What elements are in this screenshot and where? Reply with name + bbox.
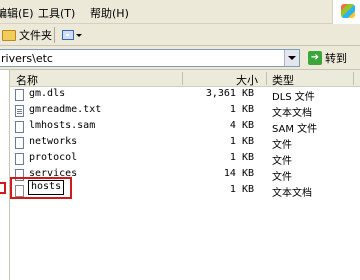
column-type-header[interactable]: 类型 — [272, 72, 294, 88]
address-bar: rivers\etc ➜ 转到 — [0, 46, 360, 70]
left-pane — [0, 70, 10, 280]
go-label: 转到 — [325, 52, 347, 65]
file-row-gmreadme[interactable]: gmreadme.txt 1 KB 文本文档 — [10, 103, 360, 119]
file-name: protocol — [29, 152, 78, 163]
file-name: networks — [29, 136, 78, 147]
file-name: lmhosts.sam — [29, 120, 96, 131]
file-size: 3,361 KB — [205, 88, 254, 99]
file-size: 1 KB — [229, 184, 254, 195]
file-list-area: 名称 大小 类型 gm.dls 3,361 KB DLS 文件 gmreadme… — [0, 70, 360, 280]
file-size: 1 KB — [229, 136, 254, 147]
text-document-icon — [15, 105, 24, 117]
folders-button[interactable]: 文件夹 — [0, 26, 56, 44]
go-arrow-icon: ➜ — [308, 51, 322, 65]
toolbar: 文件夹 — [0, 24, 360, 46]
chevron-down-icon — [288, 56, 296, 60]
go-button[interactable]: ➜ 转到 — [306, 49, 358, 67]
file-row-gm-dls[interactable]: gm.dls 3,361 KB DLS 文件 — [10, 87, 360, 103]
file-type: SAM 文件 — [272, 124, 318, 135]
folders-label: 文件夹 — [19, 29, 52, 42]
windows-logo — [332, 0, 360, 24]
file-size: 1 KB — [229, 152, 254, 163]
file-name: gmreadme.txt — [29, 104, 102, 115]
file-type: 文件 — [272, 140, 292, 151]
file-size: 4 KB — [229, 120, 254, 131]
column-name-header[interactable]: 名称 — [16, 72, 38, 88]
file-size: 14 KB — [223, 168, 254, 179]
file-row-networks[interactable]: networks 1 KB 文件 — [10, 135, 360, 151]
folder-icon — [2, 29, 16, 41]
menu-help[interactable]: 帮助(H) — [90, 5, 129, 21]
column-divider[interactable] — [182, 72, 183, 85]
file-size: 1 KB — [229, 104, 254, 115]
file-name: gm.dls — [29, 88, 66, 99]
file-type: 文本文档 — [272, 188, 312, 199]
menu-bar: 编辑(E) 工具(T) 帮助(H) — [0, 0, 360, 24]
address-input[interactable]: rivers\etc — [0, 49, 300, 67]
file-icon — [15, 89, 24, 101]
menu-edit[interactable]: 编辑(E) — [0, 5, 34, 21]
file-icon — [15, 153, 24, 165]
column-divider[interactable] — [353, 72, 354, 85]
toolbar-separator — [54, 27, 55, 43]
chevron-down-icon — [76, 33, 82, 37]
file-row-lmhosts[interactable]: lmhosts.sam 4 KB SAM 文件 — [10, 119, 360, 135]
address-path: rivers\etc — [1, 52, 53, 65]
highlight-edge-mark — [0, 182, 6, 194]
file-row-protocol[interactable]: protocol 1 KB 文件 — [10, 151, 360, 167]
views-button[interactable] — [60, 26, 84, 44]
menu-tools[interactable]: 工具(T) — [38, 5, 75, 21]
views-icon — [62, 30, 74, 40]
file-icon — [15, 137, 24, 149]
rename-input[interactable]: hosts — [28, 180, 64, 195]
column-size-header[interactable]: 大小 — [236, 72, 258, 88]
file-type: 文件 — [272, 172, 292, 183]
column-divider[interactable] — [266, 72, 267, 85]
file-type: DLS 文件 — [272, 92, 315, 103]
file-icon — [15, 121, 24, 133]
address-dropdown-button[interactable] — [284, 50, 299, 66]
windows-flag-icon — [341, 4, 355, 18]
file-type: 文件 — [272, 156, 292, 167]
rename-text: hosts — [31, 181, 62, 192]
column-header: 名称 大小 类型 — [10, 70, 360, 87]
file-type: 文本文档 — [272, 108, 312, 119]
